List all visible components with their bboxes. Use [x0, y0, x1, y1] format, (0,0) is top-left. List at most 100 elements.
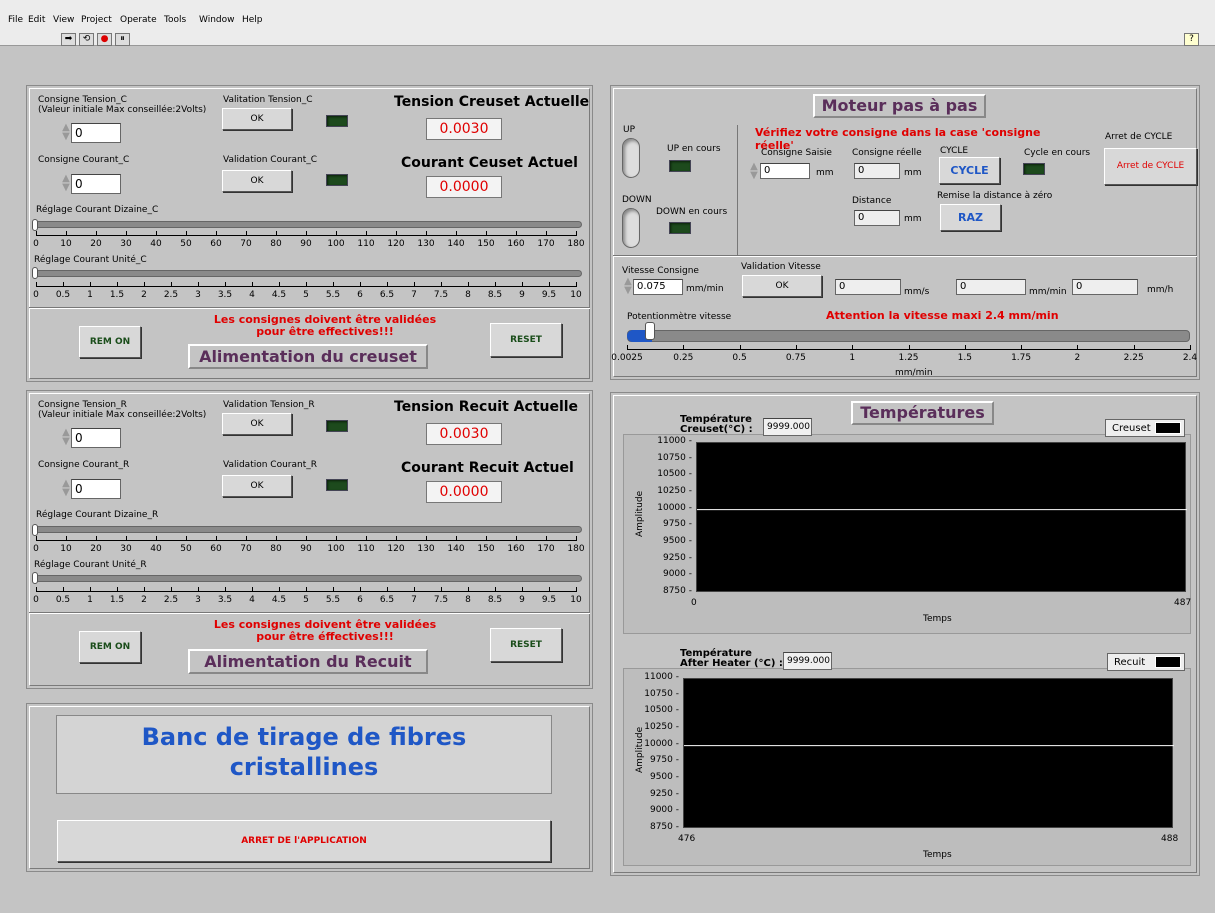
t1-ylabel: Amplitude [635, 490, 645, 537]
t2-temp-label2: After Heater (°C) : [680, 658, 783, 669]
creuset-consigne-tension-input[interactable]: 0 [71, 123, 121, 143]
scale-tick-label: 4 [249, 290, 255, 300]
scale-tick-label: 1.5 [109, 595, 125, 605]
scale-tick-label: 9 [519, 595, 525, 605]
recuit-consigne-courant-input[interactable]: 0 [71, 479, 121, 499]
run-arrow-icon[interactable]: ➡ [61, 33, 76, 46]
creuset-warning-line2: pour être effectives!!! [256, 325, 394, 338]
recuit-validation-tension-button[interactable]: OK [222, 413, 292, 435]
recuit-dizaine-thumb[interactable] [32, 524, 38, 536]
menu-window[interactable]: Window [199, 15, 235, 25]
moteur-divider [737, 125, 738, 255]
pause-icon[interactable]: ⏸ [115, 33, 130, 46]
scale-tick [66, 231, 67, 236]
recuit-dizaine-slider[interactable] [35, 526, 582, 533]
consigne-saisie-input[interactable]: 0 [760, 163, 810, 179]
consigne-saisie-stepper[interactable]: ▲ ▼ [750, 162, 758, 182]
recuit-remon-button[interactable]: REM ON [79, 631, 141, 663]
vitesse-stepper[interactable]: ▲ ▼ [624, 277, 632, 297]
scale-tick [426, 231, 427, 236]
scale-tick [1021, 345, 1023, 350]
recuit-courant-title: Courant Recuit Actuel [401, 460, 574, 476]
potentiometre-label: Potentionmètre vitesse [627, 312, 732, 322]
creuset-consigne-courant-stepper[interactable]: ▲ ▼ [62, 174, 70, 194]
scale-tick [333, 282, 334, 287]
vitesse-slider[interactable] [627, 330, 1190, 342]
y-tick-label: 8750 - [649, 822, 679, 832]
menu-help[interactable]: Help [242, 15, 263, 25]
scale-tick-label: 2 [1074, 353, 1081, 363]
bench-title-line2: cristallines [229, 753, 379, 781]
up-toggle[interactable] [622, 138, 640, 178]
creuset-dizaine-thumb[interactable] [32, 219, 38, 231]
scale-tick [387, 282, 388, 287]
creuset-reset-button[interactable]: RESET [490, 323, 562, 357]
help-icon[interactable]: ? [1184, 33, 1199, 46]
y-tick-label: 10750 - [657, 452, 692, 463]
creuset-consigne-courant-input[interactable]: 0 [71, 174, 121, 194]
scale-tick-label: 110 [357, 239, 375, 249]
scale-tick [546, 231, 547, 236]
recuit-consigne-courant-stepper[interactable]: ▲ ▼ [62, 479, 70, 499]
menu-tools[interactable]: Tools [164, 15, 186, 25]
scale-tick [549, 587, 550, 592]
scale-tick-label: 70 [240, 544, 252, 554]
scale-tick [144, 587, 145, 592]
run-continuously-icon[interactable]: ⟲ [79, 33, 94, 46]
scale-tick [216, 231, 217, 236]
t2-xmax: 488 [1161, 834, 1179, 844]
creuset-validation-tension-button[interactable]: OK [222, 108, 292, 130]
scale-tick-label: 40 [150, 544, 162, 554]
down-toggle[interactable] [622, 208, 640, 248]
bench-title-line1: Banc de tirage de fibres [141, 723, 467, 751]
recuit-validation-courant-button[interactable]: OK [222, 475, 292, 497]
recuit-consigne-tension-stepper[interactable]: ▲ ▼ [62, 428, 70, 448]
creuset-remon-button[interactable]: REM ON [79, 326, 141, 358]
scale-tick-label: 10 [570, 290, 582, 300]
temperatures-title: Températures [851, 401, 994, 425]
recuit-unite-label: Réglage Courant Unité_R [34, 560, 147, 570]
creuset-validation-courant-button[interactable]: OK [222, 170, 292, 192]
y-tick-label: 10750 - [644, 688, 679, 699]
abort-icon[interactable]: ● [97, 33, 112, 46]
creuset-dizaine-slider[interactable] [35, 221, 582, 228]
scale-tick [456, 231, 457, 236]
scale-tick-label: 8.5 [487, 595, 503, 605]
recuit-consigne-courant-label: Consigne Courant_R [38, 460, 130, 470]
creuset-courant-display: 0.0000 [426, 176, 502, 198]
recuit-consigne-tension-input[interactable]: 0 [71, 428, 121, 448]
recuit-unite-slider[interactable] [35, 575, 582, 582]
recuit-unite-thumb[interactable] [32, 572, 38, 584]
menu-bar: File Edit View Project Operate Tools Win… [0, 0, 1215, 46]
scale-tick [63, 282, 64, 287]
scale-tick [276, 231, 277, 236]
menu-file[interactable]: File [8, 15, 23, 25]
validation-vitesse-button[interactable]: OK [742, 275, 822, 297]
cycle-button[interactable]: CYCLE [939, 157, 1000, 184]
menu-project[interactable]: Project [81, 15, 112, 25]
scale-tick-label: 9 [519, 290, 525, 300]
scale-tick-label: 10 [60, 544, 72, 554]
creuset-unite-thumb[interactable] [32, 267, 38, 279]
creuset-consigne-tension-stepper[interactable]: ▲ ▼ [62, 123, 70, 143]
y-tick-label: 10500 - [657, 469, 692, 480]
raz-button[interactable]: RAZ [940, 204, 1001, 231]
creuset-courant-led [326, 174, 348, 186]
menu-view[interactable]: View [53, 15, 74, 25]
scale-tick-label: 10 [60, 239, 72, 249]
creuset-unite-slider[interactable] [35, 270, 582, 277]
scale-tick [683, 345, 685, 350]
recuit-divider [29, 612, 590, 614]
menu-operate[interactable]: Operate [120, 15, 157, 25]
vitesse-consigne-input[interactable]: 0.075 [633, 279, 683, 295]
menu-edit[interactable]: Edit [28, 15, 45, 25]
vitesse-mms-display: 0 [835, 279, 901, 295]
scale-tick-label: 140 [447, 544, 465, 554]
vitesse-slider-thumb[interactable] [645, 322, 655, 340]
stop-application-button[interactable]: ARRET DE l'APPLICATION [57, 820, 551, 862]
arret-cycle-button[interactable]: Arret de CYCLE [1104, 148, 1197, 185]
scale-tick [495, 587, 496, 592]
recuit-reset-button[interactable]: RESET [490, 628, 562, 662]
scale-tick-label: 100 [327, 239, 345, 249]
scale-tick-label: 4.5 [271, 290, 287, 300]
